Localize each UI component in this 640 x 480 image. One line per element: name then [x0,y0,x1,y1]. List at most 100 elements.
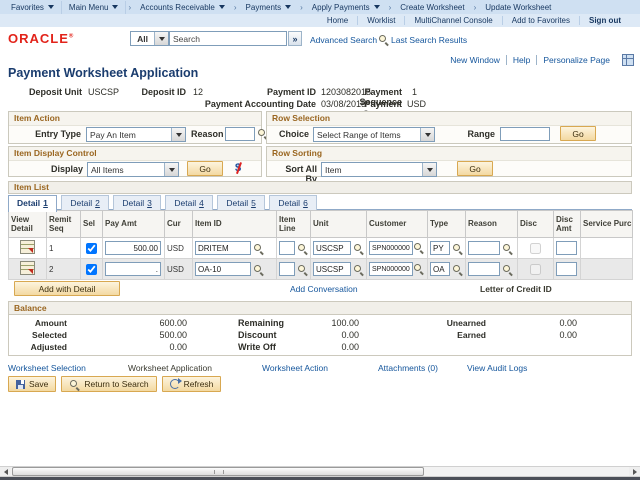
col-unit: Unit [311,211,367,238]
advanced-search-link[interactable]: Advanced Search [310,35,377,45]
breadcrumb-accounts-receivable[interactable]: Accounts Receivable [133,1,232,14]
select-checkbox[interactable] [86,264,97,275]
item-line-input[interactable] [279,262,295,276]
lookup-icon[interactable] [452,264,463,275]
balance-groupbox: Balance Amount 600.00 Remaining 100.00 U… [8,301,632,356]
lookup-icon[interactable] [353,243,364,254]
breadcrumb: Favorites Main Menu › Accounts Receivabl… [0,0,640,15]
disc-amt-input[interactable] [556,262,577,276]
sort-all-by-select[interactable]: Item [321,162,437,177]
choice-select[interactable]: Select Range of Items [313,127,435,142]
type-input[interactable] [430,262,450,276]
discount-value: 0.00 [289,330,359,340]
pay-amt-input[interactable] [105,262,161,276]
lookup-icon[interactable] [353,264,364,275]
tab-detail-5[interactable]: Detail5 [217,195,264,211]
pay-amt-input[interactable] [105,241,161,255]
new-window-link[interactable]: New Window [444,55,507,65]
grid-header-row: View Detail Remit Seq Sel Pay Amt Cur It… [9,211,633,238]
lookup-icon[interactable] [413,242,424,253]
view-audit-logs-link[interactable]: View Audit Logs [467,363,527,373]
scroll-right-arrow[interactable] [629,467,640,476]
breadcrumb-main-menu[interactable]: Main Menu [62,1,127,14]
display-select[interactable]: All Items [87,162,179,177]
search-go-button[interactable]: » [288,31,302,46]
row-sorting-go-button[interactable]: Go [457,161,493,176]
breadcrumb-create-worksheet[interactable]: Create Worksheet [393,1,471,14]
view-detail-icon[interactable] [20,261,35,275]
select-checkbox[interactable] [86,243,97,254]
last-search-results-link[interactable]: Last Search Results [391,35,467,45]
save-button[interactable]: Save [8,376,56,392]
worksheet-action-link[interactable]: Worksheet Action [262,363,328,373]
horizontal-scrollbar[interactable] [0,466,640,477]
save-icon [16,380,25,389]
type-input[interactable] [430,241,450,255]
unearned-value: 0.00 [507,318,577,328]
attachments-link[interactable]: Attachments (0) [378,363,438,373]
worksheet-selection-link[interactable]: Worksheet Selection [8,363,86,373]
item-line-input[interactable] [279,241,295,255]
row-selection-go-button[interactable]: Go [560,126,596,141]
currency-value: USD [165,259,193,280]
search-scope-select[interactable]: All [130,31,169,46]
multichannel-console-link[interactable]: MultiChannel Console [404,16,501,25]
tab-detail-3[interactable]: Detail3 [113,195,160,211]
chevron-down-icon [374,5,380,9]
disc-amt-input[interactable] [556,241,577,255]
refresh-button[interactable]: Refresh [162,376,222,392]
amount-value: 600.00 [117,318,187,328]
tab-detail-2[interactable]: Detail2 [61,195,108,211]
scroll-left-arrow[interactable] [0,467,11,476]
sign-out-link[interactable]: Sign out [579,16,630,25]
adjusted-value: 0.00 [117,342,187,352]
entry-type-select[interactable]: Pay An Item [86,127,186,142]
lookup-icon[interactable] [297,264,308,275]
breadcrumb-favorites[interactable]: Favorites [4,1,62,14]
help-link[interactable]: Help [507,55,537,65]
chevron-down-icon [285,5,291,9]
earned-value: 0.00 [507,330,577,340]
item-id-input[interactable] [195,241,251,255]
breadcrumb-update-worksheet[interactable]: Update Worksheet [478,1,558,14]
scrollbar-track[interactable] [11,467,629,476]
unit-input[interactable] [313,262,351,276]
range-input[interactable] [500,127,550,141]
reason-input[interactable] [468,241,500,255]
tab-detail-4[interactable]: Detail4 [165,195,212,211]
view-detail-icon[interactable] [20,240,35,254]
tab-detail-6[interactable]: Detail6 [269,195,316,211]
worklist-link[interactable]: Worklist [357,16,404,25]
customer-input[interactable] [369,241,413,255]
return-to-search-button[interactable]: Return to Search [61,376,156,392]
tab-detail-1[interactable]: Detail1 [8,195,57,212]
item-display-go-button[interactable]: Go [187,161,223,176]
breadcrumb-apply-payments[interactable]: Apply Payments [305,1,387,14]
scrollbar-thumb[interactable] [12,467,424,476]
lookup-icon[interactable] [413,263,424,274]
customer-input[interactable] [369,262,413,276]
lookup-icon[interactable] [452,243,463,254]
reason-input[interactable] [225,127,255,141]
personalize-page-link[interactable]: Personalize Page [537,55,616,65]
search-input[interactable] [169,31,287,46]
lookup-icon[interactable] [502,243,513,254]
add-with-detail-button[interactable]: Add with Detail [14,281,120,296]
currency-conversion-icon[interactable]: $ [235,163,241,174]
item-id-input[interactable] [195,262,251,276]
home-link[interactable]: Home [318,16,357,25]
currency-value: USD [165,238,193,259]
reason-input[interactable] [468,262,500,276]
lookup-icon[interactable] [253,243,264,254]
remaining-value: 100.00 [289,318,359,328]
unit-input[interactable] [313,241,351,255]
lookup-icon[interactable] [253,264,264,275]
balance-title: Balance [9,302,631,315]
add-to-favorites-link[interactable]: Add to Favorites [502,16,579,25]
grid-layout-icon[interactable] [622,54,634,66]
lookup-icon[interactable] [502,264,513,275]
add-conversation-link[interactable]: Add Conversation [290,284,358,294]
service-purchase-cell [581,238,633,259]
lookup-icon[interactable] [297,243,308,254]
breadcrumb-payments[interactable]: Payments [239,1,299,14]
